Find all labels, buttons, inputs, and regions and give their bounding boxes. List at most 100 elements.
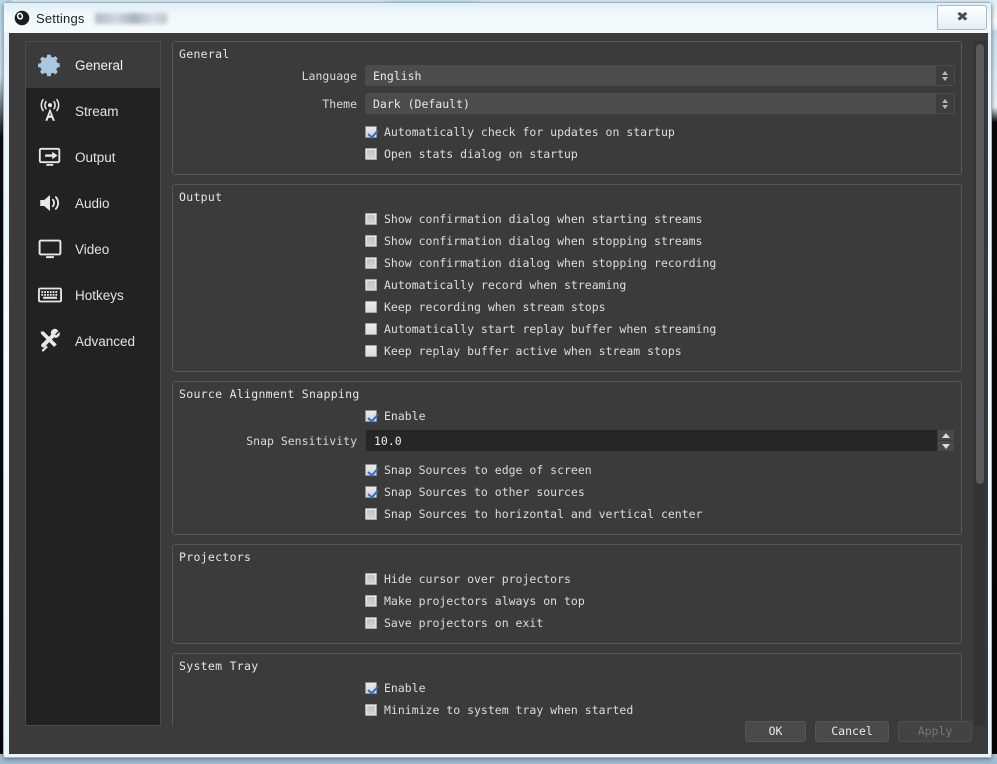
checkbox-box[interactable]	[365, 148, 377, 160]
snap-sensitivity-spinbox[interactable]: 10.0	[365, 429, 955, 452]
field-label: Language	[301, 68, 357, 83]
checkbox-box[interactable]	[365, 704, 377, 716]
checkbox-open-stats-dialog[interactable]: Open stats dialog on startup	[179, 143, 955, 165]
sidebar-item-general[interactable]: General	[26, 42, 160, 88]
sidebar-item-video[interactable]: Video	[26, 226, 160, 272]
checkbox-box[interactable]	[365, 464, 377, 476]
checkbox-save-projectors-on-exit[interactable]: Save projectors on exit	[179, 612, 955, 634]
field-label: Snap Sensitivity	[246, 433, 357, 448]
chevron-up-icon	[942, 70, 948, 75]
obs-logo-icon	[13, 10, 30, 27]
display-icon	[35, 234, 65, 264]
checkbox-box[interactable]	[365, 595, 377, 607]
checkbox-box[interactable]	[365, 126, 377, 138]
checkbox-label: Hide cursor over projectors	[384, 572, 571, 586]
checkbox-box[interactable]	[365, 410, 377, 422]
chevron-up-icon	[942, 98, 948, 103]
checkbox-box[interactable]	[365, 617, 377, 629]
checkbox-box[interactable]	[365, 573, 377, 585]
checkbox-confirm-stop-recording[interactable]: Show confirmation dialog when stopping r…	[179, 252, 955, 274]
sidebar-item-label: Output	[75, 149, 116, 165]
checkbox-system-tray-enable[interactable]: Enable	[179, 677, 955, 699]
theme-combobox-value[interactable]: Dark (Default)	[365, 93, 936, 114]
checkbox-label: Minimize to system tray when started	[384, 703, 634, 717]
sidebar-item-stream[interactable]: Stream	[26, 88, 160, 134]
checkbox-label: Enable	[384, 681, 426, 695]
checkbox-snap-to-other-sources[interactable]: Snap Sources to other sources	[179, 481, 955, 503]
window-title-blurred-suffix	[94, 12, 167, 24]
keyboard-icon	[35, 280, 65, 310]
checkbox-label: Make projectors always on top	[384, 594, 585, 608]
sidebar-item-advanced[interactable]: Advanced	[26, 318, 160, 364]
snap-sensitivity-value[interactable]: 10.0	[365, 429, 937, 452]
snap-sensitivity-steppers	[937, 429, 955, 452]
settings-scrollbar[interactable]	[974, 41, 986, 726]
checkbox-hide-cursor-over-projectors[interactable]: Hide cursor over projectors	[179, 568, 955, 590]
checkbox-label: Enable	[384, 409, 426, 423]
checkbox-box[interactable]	[365, 235, 377, 247]
sidebar-item-audio[interactable]: Audio	[26, 180, 160, 226]
checkbox-box[interactable]	[365, 486, 377, 498]
theme-combobox[interactable]: Dark (Default)	[365, 93, 955, 114]
group-output: Output Show confirmation dialog when sta…	[172, 184, 962, 372]
checkbox-projectors-always-on-top[interactable]: Make projectors always on top	[179, 590, 955, 612]
checkbox-box[interactable]	[365, 301, 377, 313]
checkbox-box[interactable]	[365, 508, 377, 520]
gear-icon	[35, 50, 65, 80]
checkbox-keep-recording-when-stream-stops[interactable]: Keep recording when stream stops	[179, 296, 955, 318]
checkbox-box[interactable]	[365, 682, 377, 694]
chevron-down-icon	[942, 104, 948, 109]
scrollbar-thumb[interactable]	[976, 44, 984, 484]
checkbox-auto-record-when-streaming[interactable]: Automatically record when streaming	[179, 274, 955, 296]
close-icon: ✖	[955, 10, 969, 25]
checkbox-label: Snap Sources to edge of screen	[384, 463, 592, 477]
speaker-icon	[35, 188, 65, 218]
language-combobox-value[interactable]: English	[365, 65, 936, 86]
checkbox-box[interactable]	[365, 323, 377, 335]
settings-dialog-body: General Stream Output Audio Video Hotkey…	[9, 33, 988, 754]
window-title: Settings	[36, 10, 85, 26]
checkbox-snap-to-center[interactable]: Snap Sources to horizontal and vertical …	[179, 503, 955, 525]
checkbox-label: Snap Sources to horizontal and vertical …	[384, 507, 703, 521]
checkbox-auto-start-replay-buffer[interactable]: Automatically start replay buffer when s…	[179, 318, 955, 340]
checkbox-box[interactable]	[365, 257, 377, 269]
screen-root: Settings ✖ General Stream Output Audio V…	[0, 0, 997, 764]
checkbox-auto-check-updates[interactable]: Automatically check for updates on start…	[179, 121, 955, 143]
field-theme: Theme Dark (Default)	[179, 93, 955, 114]
checkbox-confirm-start-stream[interactable]: Show confirmation dialog when starting s…	[179, 208, 955, 230]
theme-combobox-arrows[interactable]	[936, 93, 955, 114]
broadcast-icon	[35, 96, 65, 126]
language-combobox[interactable]: English	[365, 65, 955, 86]
window-titlebar[interactable]: Settings ✖	[4, 3, 991, 33]
checkbox-label: Automatically check for updates on start…	[384, 125, 675, 139]
checkbox-label: Automatically start replay buffer when s…	[384, 322, 717, 336]
settings-content-scrollarea: General Language English Theme Dark (Def…	[172, 41, 972, 726]
chevron-down-icon	[942, 76, 948, 81]
checkbox-confirm-stop-stream[interactable]: Show confirmation dialog when stopping s…	[179, 230, 955, 252]
field-snap-sensitivity: Snap Sensitivity 10.0	[179, 429, 955, 452]
checkbox-box[interactable]	[365, 279, 377, 291]
language-combobox-arrows[interactable]	[936, 65, 955, 86]
stepper-up-button[interactable]	[937, 429, 955, 440]
sidebar-item-output[interactable]: Output	[26, 134, 160, 180]
settings-sidebar: General Stream Output Audio Video Hotkey…	[25, 41, 161, 726]
checkbox-label: Snap Sources to other sources	[384, 485, 585, 499]
checkbox-label: Save projectors on exit	[384, 616, 544, 630]
group-source-alignment-snapping: Source Alignment Snapping Enable Snap Se…	[172, 381, 962, 535]
checkbox-label: Automatically record when streaming	[384, 278, 627, 292]
checkbox-keep-replay-buffer-active[interactable]: Keep replay buffer active when stream st…	[179, 340, 955, 362]
checkbox-box[interactable]	[365, 345, 377, 357]
sidebar-item-hotkeys[interactable]: Hotkeys	[26, 272, 160, 318]
ok-button[interactable]: OK	[745, 720, 806, 742]
checkbox-box[interactable]	[365, 213, 377, 225]
field-label: Theme	[322, 96, 357, 111]
sidebar-item-label: General	[75, 57, 124, 73]
field-language: Language English	[179, 65, 955, 86]
checkbox-snapping-enable[interactable]: Enable	[179, 405, 955, 427]
cancel-button[interactable]: Cancel	[815, 720, 889, 742]
checkbox-snap-to-screen-edge[interactable]: Snap Sources to edge of screen	[179, 459, 955, 481]
checkbox-label: Keep recording when stream stops	[384, 300, 606, 314]
sidebar-item-label: Stream	[75, 103, 119, 119]
stepper-down-button[interactable]	[937, 440, 955, 452]
window-close-button[interactable]: ✖	[937, 5, 987, 30]
